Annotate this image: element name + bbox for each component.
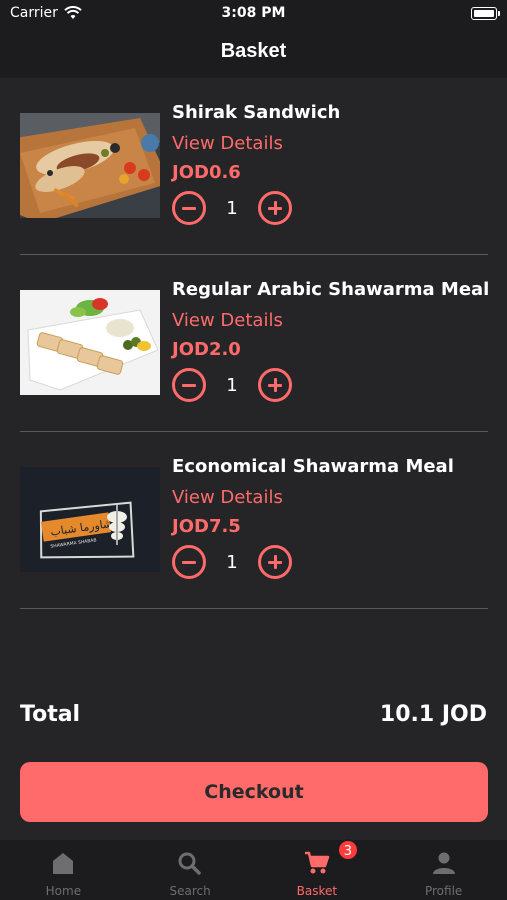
item-name: Shirak Sandwich [172,102,341,123]
search-icon [178,852,201,875]
item-name: Economical Shawarma Meal [172,456,454,477]
clock: 3:08 PM [221,5,286,21]
product-image-economical-shawarma-meal[interactable]: شاورما شباب SHAWARMA SHABAB [20,467,160,572]
total-row: Total 10.1 JOD [20,702,487,734]
tab-home[interactable]: Home [0,840,127,900]
product-image-regular-arabic-shawarma-meal[interactable] [20,290,160,395]
tab-search[interactable]: Search [127,840,254,900]
status-bar: Carrier 3:08 PM [0,0,507,28]
profile-icon [432,852,455,874]
decrease-quantity-button[interactable] [172,368,206,402]
view-details-link[interactable]: View Details [172,310,488,331]
item-info: Economical Shawarma Meal View Details JO… [172,456,488,579]
tab-label: Profile [424,884,463,898]
increase-quantity-button[interactable] [258,368,292,402]
item-price: JOD2.0 [172,339,241,360]
tab-label: Search [169,884,211,898]
basket-item-shirak-sandwich: Shirak Sandwich View Details JOD0.6 1 [20,78,488,255]
item-price: JOD7.5 [172,516,241,537]
item-info: Regular Arabic Shawarma Meal View Detail… [172,279,490,402]
quantity-value: 1 [226,374,238,396]
total-label: Total [20,702,81,727]
increase-quantity-button[interactable] [258,545,292,579]
item-price: JOD0.6 [172,162,241,183]
decrease-quantity-button[interactable] [172,545,206,579]
decrease-quantity-button[interactable] [172,191,206,225]
total-amount: 10.1 JOD [379,702,487,727]
tab-profile[interactable]: Profile [380,840,507,900]
basket-item-regular-arabic-shawarma-meal: Regular Arabic Shawarma Meal View Detail… [20,255,490,432]
tab-basket[interactable]: 3 Basket [254,839,381,900]
increase-quantity-button[interactable] [258,191,292,225]
tab-bar: Home Search 3 Basket Profile [0,839,507,900]
tab-label: Home [45,884,82,898]
quantity-value: 1 [226,197,238,219]
quantity-value: 1 [226,551,238,573]
page-title: Basket [220,40,287,62]
quantity-stepper: 1 [172,545,488,579]
view-details-link[interactable]: View Details [172,133,488,154]
item-name: Regular Arabic Shawarma Meal [172,279,490,300]
cart-icon [304,851,330,874]
tab-label: Basket [296,884,338,898]
cart-count-badge: 3 [336,839,359,861]
product-image-shirak-sandwich[interactable] [20,113,160,218]
checkout-button[interactable]: Checkout [20,762,488,822]
home-icon [53,853,74,874]
quantity-stepper: 1 [172,368,488,402]
quantity-stepper: 1 [172,191,488,225]
basket-list: Shirak Sandwich View Details JOD0.6 1 Re… [20,78,490,609]
navigation-bar: Basket [0,28,507,78]
item-info: Shirak Sandwich View Details JOD0.6 1 [172,102,488,225]
basket-item-economical-shawarma-meal: شاورما شباب SHAWARMA SHABAB Economical S… [20,432,488,609]
battery-icon [471,7,500,20]
view-details-link[interactable]: View Details [172,487,488,508]
